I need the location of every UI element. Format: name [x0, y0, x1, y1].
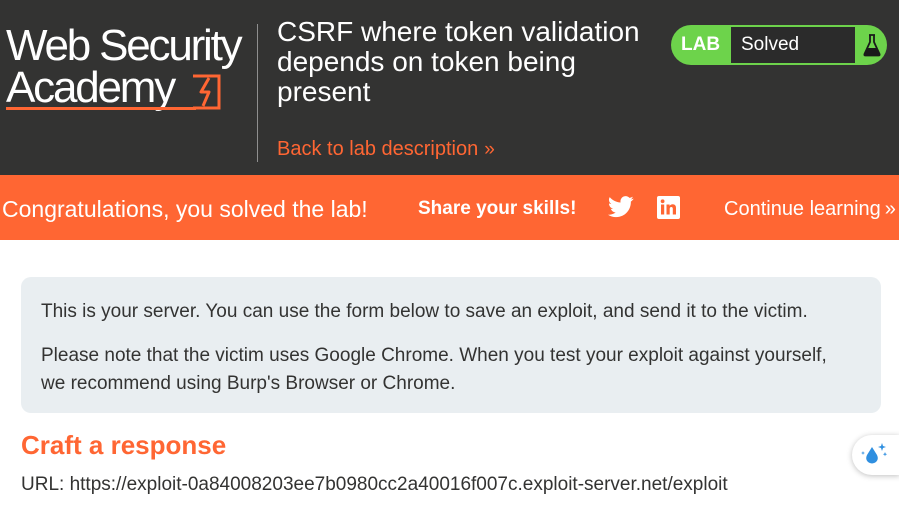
lab-header: Web Security Academy CSRF where token va…	[0, 0, 899, 175]
web-security-academy-logo[interactable]: Web Security Academy	[4, 22, 254, 114]
status-box: Solved	[731, 27, 855, 63]
lab-title: CSRF where token validation depends on t…	[277, 16, 640, 107]
browser-note-paragraph: Please note that the victim uses Google …	[41, 345, 827, 394]
exploit-server-page: Web Security Academy CSRF where token va…	[0, 0, 899, 505]
double-chevron-right-icon: »	[484, 139, 495, 160]
logo-underline	[6, 107, 196, 110]
server-info-paragraph: This is your server. You can use the for…	[41, 301, 808, 322]
sparkle-droplet-icon	[861, 443, 888, 464]
back-to-lab-description-link[interactable]: Back to lab description»	[277, 138, 495, 161]
linkedin-icon[interactable]	[657, 196, 680, 219]
back-link-label: Back to lab description	[277, 138, 479, 160]
header-divider	[257, 24, 258, 162]
share-skills-label: Share your skills!	[418, 198, 577, 219]
double-chevron-right-icon: »	[884, 198, 896, 220]
flask-icon	[863, 34, 881, 57]
craft-response-heading: Craft a response	[21, 430, 227, 460]
floating-helper-button[interactable]	[852, 435, 899, 475]
lab-status-widget: LAB Solved	[671, 25, 887, 65]
server-info-box: This is your server. You can use the for…	[21, 277, 881, 413]
logo-text-line1: Web Security	[6, 21, 243, 70]
academy-lightning-logo-icon	[193, 74, 221, 110]
solved-banner: Congratulations, you solved the lab! Sha…	[0, 175, 899, 240]
continue-learning-link[interactable]: Continue learning»	[724, 197, 896, 221]
lab-status-value: Solved	[741, 34, 800, 55]
exploit-url: URL: https://exploit-0a84008203ee7b0980c…	[21, 474, 728, 495]
logo-text-line2: Academy	[6, 63, 176, 112]
lab-tag: LAB	[681, 34, 721, 55]
continue-learning-label: Continue learning	[724, 198, 881, 220]
twitter-icon[interactable]	[608, 195, 634, 219]
congratulations-message: Congratulations, you solved the lab!	[2, 196, 368, 222]
